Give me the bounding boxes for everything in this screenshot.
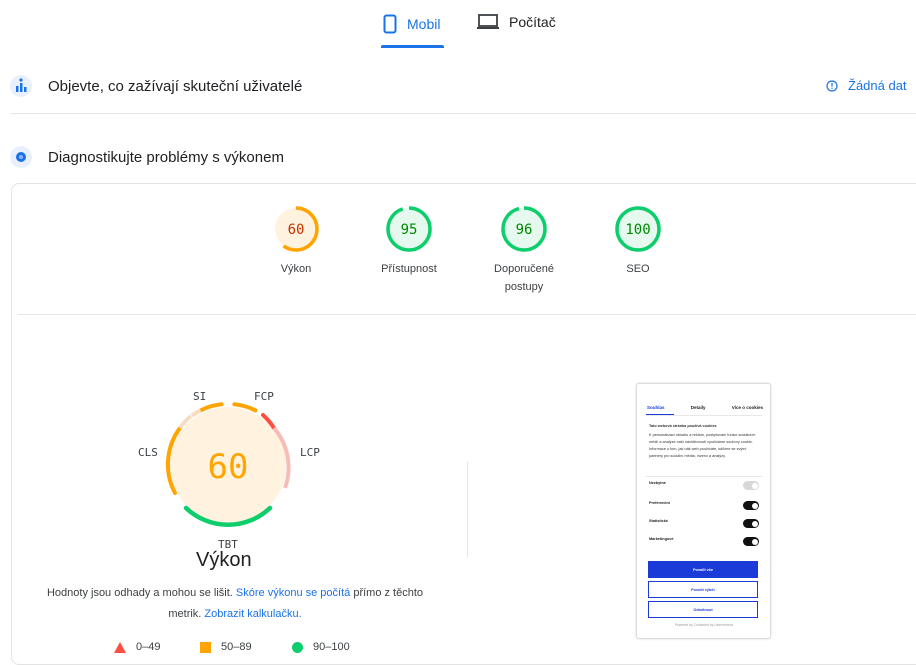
legend-poor: 0–49 — [114, 641, 160, 653]
cookie-tab: Detaily — [690, 405, 706, 410]
circle-icon — [292, 641, 303, 653]
tab-desktop-label: Počítač — [509, 14, 556, 30]
score-calculation-link[interactable]: Skóre výkonu se počítá — [236, 587, 350, 599]
gauge-label: Doporučené postupy — [494, 263, 554, 293]
toggle-switch — [743, 481, 759, 490]
cookie-tab: Více o cookies — [731, 405, 763, 410]
cookie-toggle-row: Preferenční — [649, 501, 759, 511]
final-screenshot[interactable]: Souhlas Detaily Více o cookies Tato webo… — [636, 383, 771, 639]
laptop-icon — [477, 14, 499, 29]
performance-metrics-gauge: 60 — [165, 402, 291, 527]
triangle-icon — [114, 641, 126, 653]
cookie-divider — [646, 415, 762, 416]
toggle-label: Marketingové — [649, 537, 674, 541]
cookie-toggle-row: Nezbytné — [649, 481, 759, 491]
metric-label-si: SI — [193, 390, 207, 403]
legend-good: 90–100 — [292, 641, 350, 653]
active-tab-indicator — [381, 45, 444, 48]
diagnostics-icon — [10, 146, 32, 168]
cookie-footer: Powered by Cookiebot by Usercentrics — [674, 623, 734, 627]
device-tabs: Mobil Počítač — [0, 0, 916, 50]
users-chart-icon — [10, 75, 32, 97]
cookie-toggle-row: Statistické — [649, 519, 759, 529]
lab-data-header[interactable]: Diagnostikujte problémy s výkonem — [0, 137, 916, 177]
toggle-switch — [743, 501, 759, 510]
no-data-label: Žádná dat — [848, 78, 907, 93]
gauge-score: 100 — [625, 222, 650, 238]
gauge-seo[interactable]: 100 SEO — [578, 205, 698, 279]
legend-range: 90–100 — [313, 641, 350, 653]
performance-note: Hodnoty jsou odhady a mohou se lišit. Sk… — [40, 583, 430, 625]
field-data-title: Objevte, co zažívají skuteční uživatelé — [48, 77, 303, 95]
square-icon — [200, 641, 211, 653]
cookie-body: K personalizaci obsahu a reklam, poskyto… — [649, 433, 756, 458]
deny-button: Odmítnout — [648, 601, 758, 618]
toggle-label: Nezbytné — [649, 481, 666, 485]
gauge-label: Výkon — [280, 263, 312, 275]
tab-desktop[interactable]: Počítač — [477, 14, 556, 30]
gauge-score: 96 — [516, 222, 533, 238]
lab-data-title: Diagnostikujte problémy s výkonem — [48, 148, 284, 166]
field-data-header[interactable]: Objevte, co zažívají skuteční uživatelé … — [0, 66, 916, 106]
cookie-heading: Tato webová stránka používá cookies — [649, 424, 717, 428]
cookie-toggle-row: Marketingové — [649, 537, 759, 547]
legend-average: 50–89 — [200, 641, 252, 653]
gauge-best-practices[interactable]: 96 Doporučené postupy — [464, 205, 584, 296]
cookie-tabs: Souhlas Detaily Více o cookies — [647, 405, 763, 410]
note-text-1: Hodnoty jsou odhady a mohou se lišit. — [46, 587, 233, 599]
toggle-label: Preferenční — [649, 501, 670, 505]
gauge-label: Přístupnost — [381, 263, 437, 275]
allow-all-button: Povolit vše — [648, 561, 758, 578]
card-divider — [18, 314, 916, 315]
performance-score: 60 — [208, 447, 249, 487]
performance-title: Výkon — [196, 549, 252, 571]
gauge-performance[interactable]: 60 Výkon — [236, 205, 356, 279]
allow-selection-button: Povolit výběr — [648, 581, 758, 598]
gauge-score: 60 — [288, 222, 305, 238]
gauge-score: 95 — [401, 222, 418, 238]
gauge-accessibility[interactable]: 95 Přístupnost — [349, 205, 469, 279]
toggle-label: Statistické — [649, 519, 668, 523]
cookie-divider — [646, 476, 762, 477]
tab-mobile-label: Mobil — [407, 16, 441, 32]
info-icon — [826, 79, 838, 92]
cookie-tab: Souhlas — [647, 405, 665, 410]
gauge-label: SEO — [626, 263, 650, 275]
metric-label-fcp: FCP — [254, 390, 274, 403]
tab-mobile[interactable]: Mobil — [383, 14, 440, 34]
toggle-switch — [743, 537, 759, 546]
field-data-status[interactable]: Žádná dat — [826, 78, 907, 93]
calculator-link[interactable]: Zobrazit kalkulačku. — [204, 608, 301, 620]
section-divider — [10, 113, 916, 114]
phone-icon — [383, 14, 397, 34]
toggle-switch — [743, 519, 759, 528]
legend-range: 50–89 — [221, 641, 252, 653]
metric-label-lcp: LCP — [300, 446, 320, 459]
vertical-divider — [467, 462, 468, 557]
metric-label-cls: CLS — [138, 446, 158, 459]
legend-range: 0–49 — [136, 641, 161, 653]
